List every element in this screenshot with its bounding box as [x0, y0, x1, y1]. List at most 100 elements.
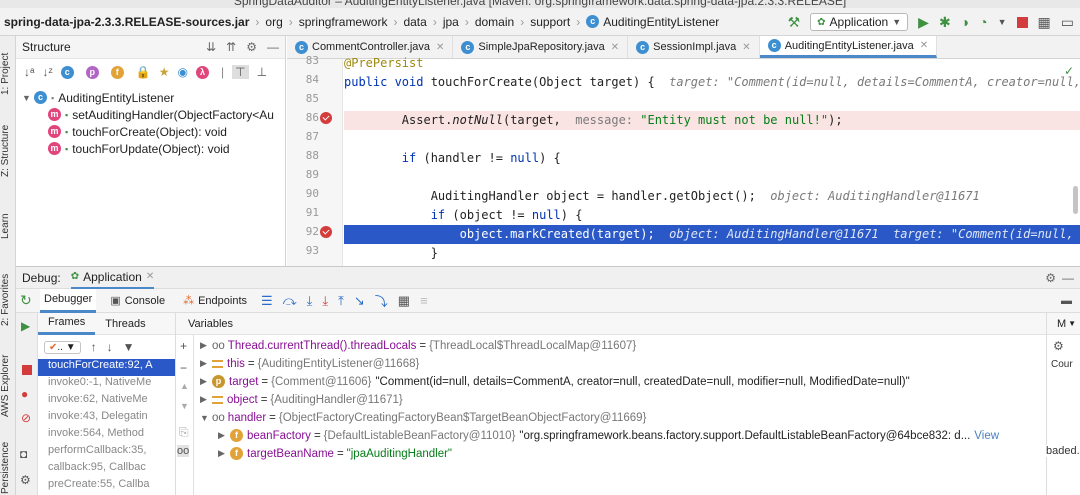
frame-row[interactable]: invoke:62, NativeMe	[38, 393, 175, 410]
minimize-icon[interactable]: —	[267, 40, 279, 54]
copy-icon[interactable]: ⎘	[179, 425, 189, 440]
show-execution-point-icon[interactable]: ☰	[261, 293, 273, 309]
thread-select[interactable]: ✔.. ▼	[44, 340, 81, 354]
step-over-icon[interactable]: ⤼	[283, 293, 297, 309]
force-step-into-icon[interactable]: ⤓	[322, 293, 328, 309]
tab-threads[interactable]: Threads	[95, 318, 155, 330]
variable-row[interactable]: ▶ oo Thread.currentThread().threadLocals…	[200, 337, 636, 354]
expand-all-icon[interactable]: ⇊	[206, 40, 216, 54]
view-breakpoints-icon[interactable]: ●	[21, 387, 28, 401]
chevron-down-icon[interactable]: ▼	[998, 17, 1007, 27]
chevron-right-icon[interactable]: ▶	[200, 394, 212, 405]
tab-endpoints[interactable]: ⁂ Endpoints	[179, 289, 251, 313]
drop-frame-icon[interactable]: ↘	[354, 293, 365, 309]
variable-row[interactable]: ▶ p target = {Comment@11606} "Comment(id=…	[200, 373, 910, 390]
frame-row[interactable]: performCallback:35,	[38, 444, 175, 461]
move-up-icon[interactable]: ▲	[180, 381, 189, 391]
variable-row[interactable]: ▼ oo handler = {ObjectFactoryCreatingFact…	[200, 409, 646, 426]
show-nonpublic-icon[interactable]: ★	[159, 65, 170, 79]
close-icon[interactable]: ✕	[920, 40, 928, 51]
coverage-icon[interactable]: ◑	[961, 14, 969, 30]
tab-debugger[interactable]: Debugger	[40, 288, 97, 313]
breadcrumb-springframework[interactable]: springframework	[299, 15, 388, 29]
breakpoint-icon[interactable]	[320, 112, 332, 124]
chevron-down-icon[interactable]: ▼	[200, 413, 212, 423]
remove-watch-icon[interactable]: −	[180, 361, 187, 375]
gear-icon[interactable]: ⚙	[1045, 271, 1056, 285]
run-to-cursor-icon[interactable]: ⤵	[375, 291, 388, 310]
trace-icon[interactable]: ≡	[420, 293, 428, 308]
close-icon[interactable]: ✕	[146, 271, 154, 282]
frame-row[interactable]: invoke:564, Method	[38, 427, 175, 444]
camera-icon[interactable]: ◘	[20, 447, 27, 461]
lambdas-icon[interactable]: λ	[195, 65, 209, 79]
gear-icon[interactable]: ⚙	[20, 473, 31, 487]
editor-scrollbar[interactable]	[1073, 186, 1078, 214]
autoscroll-to-source-icon[interactable]: ⊤	[232, 65, 249, 79]
move-down-icon[interactable]: ▼	[180, 401, 189, 411]
chevron-right-icon[interactable]: ▶	[218, 430, 230, 441]
tab-console[interactable]: ▣ Console	[106, 289, 169, 313]
gear-icon[interactable]: ⚙	[246, 40, 257, 54]
step-out-icon[interactable]: ⤒	[338, 293, 344, 309]
breakpoint-icon[interactable]	[320, 226, 332, 238]
stop-icon[interactable]	[22, 365, 32, 375]
sort-alpha-icon[interactable]: ↓ᶻ	[42, 65, 52, 79]
sort-visibility-icon[interactable]: ↓ᵃ	[24, 65, 34, 79]
frame-row[interactable]: preCreate:55, Callba	[38, 478, 175, 495]
run-configuration-select[interactable]: ✿ Application ▼	[810, 13, 909, 31]
inspection-ok-icon[interactable]: ✓	[1064, 64, 1074, 78]
build-hammer-icon[interactable]: ⚒	[788, 14, 801, 31]
chevron-right-icon[interactable]: ▶	[200, 358, 212, 369]
close-icon[interactable]: ✕	[611, 42, 619, 53]
chevron-down-icon[interactable]: ▼	[1068, 319, 1076, 328]
breadcrumb-support[interactable]: support	[530, 15, 570, 29]
rerun-icon[interactable]: ↻	[20, 292, 32, 309]
debug-session-tab[interactable]: ✿ Application ✕	[70, 267, 155, 289]
resume-icon[interactable]: ▶	[21, 319, 30, 333]
chevron-right-icon[interactable]: ▶	[200, 376, 212, 387]
minimize-icon[interactable]: —	[1062, 271, 1074, 285]
memory-tab[interactable]: M	[1057, 318, 1066, 330]
chevron-right-icon[interactable]: ▶	[200, 340, 212, 351]
tab-frames[interactable]: Frames	[38, 313, 96, 335]
breadcrumb-class[interactable]: c AuditingEntityListener	[586, 15, 719, 29]
step-into-icon[interactable]: ⤓	[307, 293, 313, 309]
collapse-all-icon[interactable]: ⇈	[226, 40, 236, 54]
tree-member[interactable]: m ▪ touchForUpdate(Object): void	[16, 140, 285, 157]
show-properties-icon[interactable]: p	[85, 65, 99, 79]
frame-row[interactable]: invoke:43, Delegatin	[38, 410, 175, 427]
breadcrumb-domain[interactable]: domain	[475, 15, 514, 29]
add-watch-icon[interactable]: +	[180, 339, 187, 353]
stop-icon[interactable]	[1016, 16, 1028, 28]
tree-member[interactable]: m ▪ touchForCreate(Object): void	[16, 123, 285, 140]
show-fields-icon[interactable]: f	[110, 65, 124, 79]
breadcrumb-org[interactable]: org	[265, 15, 282, 29]
variable-row[interactable]: ▶ f targetBeanName = "jpaAuditingHandler"	[218, 445, 452, 462]
show-inherited-icon[interactable]: c	[60, 65, 74, 79]
frame-row[interactable]: invoke0:-1, NativeMe	[38, 376, 175, 393]
close-icon[interactable]: ✕	[436, 42, 444, 53]
tool-window-persistence[interactable]: Persistence	[0, 441, 16, 495]
tool-window-learn[interactable]: Learn	[0, 206, 16, 246]
filter-icon[interactable]: ▼	[123, 340, 135, 354]
layout-icon[interactable]: ▬	[1061, 295, 1072, 307]
autoscroll-from-source-icon[interactable]: ⊥	[257, 65, 267, 79]
tool-window-project[interactable]: 1: Project	[0, 44, 16, 104]
run-icon[interactable]: ▶	[918, 14, 929, 31]
watches-toggle-icon[interactable]: oo	[177, 445, 190, 457]
chevron-right-icon[interactable]: ▶	[218, 448, 230, 459]
lock-icon[interactable]: 🔒	[136, 65, 151, 79]
variable-row[interactable]: ▶ object = {AuditingHandler@11671}	[200, 391, 403, 408]
breadcrumb-jpa[interactable]: jpa	[443, 15, 459, 29]
tool-window-favorites[interactable]: 2: Favorites	[0, 270, 16, 330]
profile-icon[interactable]: ◔	[979, 14, 987, 30]
variable-row[interactable]: ▶ f beanFactory = {DefaultListableBeanFac…	[218, 427, 999, 444]
mute-breakpoints-icon[interactable]: ⊘	[21, 411, 31, 425]
project-structure-icon[interactable]: ▦	[1038, 14, 1051, 31]
terminal-icon[interactable]: ▭	[1061, 14, 1074, 31]
tool-window-structure[interactable]: Z: Structure	[0, 116, 16, 186]
gear-icon[interactable]: ⚙	[1047, 335, 1080, 357]
down-arrow-icon[interactable]: ↓	[107, 340, 113, 354]
close-icon[interactable]: ✕	[742, 42, 750, 53]
